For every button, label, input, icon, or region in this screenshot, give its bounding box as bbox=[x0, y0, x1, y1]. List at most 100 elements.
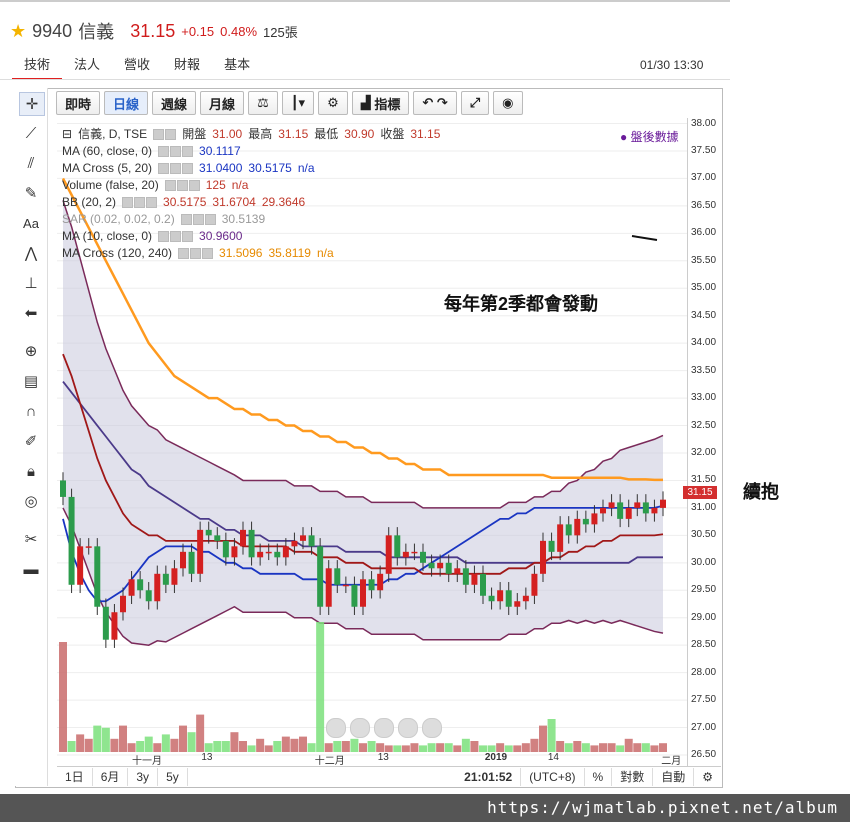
candle-body bbox=[454, 568, 461, 574]
indicators-button[interactable]: ▟ 指標 bbox=[351, 91, 410, 115]
tab-institutional[interactable]: 法人 bbox=[62, 56, 112, 78]
scroll-right-icon[interactable] bbox=[422, 718, 442, 738]
candle-body bbox=[651, 507, 658, 514]
price-tick: 32.00 bbox=[691, 446, 717, 458]
legend-row: SAR (0.02, 0.02, 0.2) 30.5139 bbox=[62, 211, 440, 228]
legend-row-buttons[interactable] bbox=[122, 197, 158, 208]
compare-scale-icon[interactable]: ⚖ bbox=[248, 91, 278, 115]
volume-bar bbox=[341, 741, 350, 752]
candle-body bbox=[360, 579, 366, 607]
zoom-in-small-icon[interactable] bbox=[398, 718, 418, 738]
arrow-left-icon[interactable]: ⬅ bbox=[19, 302, 43, 324]
candle-body bbox=[437, 562, 444, 569]
magnet-icon[interactable]: ∩ bbox=[19, 400, 43, 422]
range-5y[interactable]: 5y bbox=[158, 768, 188, 786]
crosshair-icon[interactable]: ✛ bbox=[19, 92, 45, 116]
range-1d[interactable]: 1日 bbox=[57, 768, 93, 786]
legend-row-buttons[interactable] bbox=[158, 146, 194, 157]
candle-body bbox=[205, 529, 212, 536]
camera-icon[interactable]: ◉ bbox=[493, 91, 523, 115]
legend-row-buttons[interactable] bbox=[164, 180, 200, 191]
candle-body bbox=[282, 546, 289, 558]
volume-bar bbox=[624, 738, 633, 752]
legend-row-buttons[interactable] bbox=[158, 163, 194, 174]
zoom-in-icon[interactable]: ⊕ bbox=[19, 340, 43, 362]
weekly-button[interactable]: 週線 bbox=[152, 91, 197, 115]
candle-body bbox=[265, 551, 272, 554]
price-tick: 33.00 bbox=[691, 392, 717, 404]
eye-hidden-icon[interactable]: ◎ bbox=[19, 490, 43, 512]
candle-body bbox=[342, 584, 349, 587]
price-tick: 27.50 bbox=[691, 694, 717, 706]
volume-bar bbox=[427, 743, 436, 752]
measure-icon[interactable]: ⊥ bbox=[19, 272, 43, 294]
volume-bar bbox=[393, 745, 402, 752]
pencil-lock-icon[interactable]: ✐ bbox=[19, 430, 43, 452]
legend-row-buttons[interactable] bbox=[158, 231, 194, 242]
timezone[interactable]: (UTC+8) bbox=[521, 768, 585, 786]
reset-icon[interactable] bbox=[374, 718, 394, 738]
brush-icon[interactable]: ✎ bbox=[19, 182, 43, 204]
trendline-icon[interactable]: ⟋ bbox=[19, 122, 43, 144]
volume-bar bbox=[419, 745, 427, 752]
volume-bar bbox=[196, 714, 205, 752]
candle-body bbox=[385, 535, 392, 574]
clock: 21:01:52 bbox=[456, 768, 522, 786]
zoom-out-icon[interactable] bbox=[350, 718, 370, 738]
realtime-button[interactable]: 即時 bbox=[56, 91, 101, 115]
tab-basic[interactable]: 基本 bbox=[212, 56, 262, 78]
price-tick: 37.50 bbox=[691, 144, 717, 156]
text-tool-icon[interactable]: Aa bbox=[19, 212, 43, 234]
indicators-label: 指標 bbox=[374, 96, 401, 112]
daily-button[interactable]: 日線 bbox=[104, 91, 149, 115]
star-icon[interactable]: ★ bbox=[10, 21, 26, 42]
log-toggle[interactable]: 對數 bbox=[612, 768, 654, 786]
legend-row: MA (10, close, 0) 30.9600 bbox=[62, 228, 440, 245]
candle-body bbox=[420, 551, 426, 563]
chart-toolbar: 即時 日線 週線 月線 ⚖ ┃▾ ⚙ ▟ 指標 ↶ ↷ ⤢ ◉ bbox=[56, 90, 523, 116]
fib-icon[interactable]: ⫽ bbox=[19, 152, 43, 174]
volume-bar bbox=[204, 743, 213, 752]
volume-bar bbox=[376, 743, 385, 752]
legend-main-row: ⊟ 信義, D, TSE 開盤 31.00 最高 31.15 最低 30.90 … bbox=[62, 126, 440, 143]
range-3y[interactable]: 3y bbox=[128, 768, 159, 786]
lock-icon[interactable]: 🔒︎ bbox=[19, 460, 43, 482]
price-tick: 36.50 bbox=[691, 199, 717, 211]
candle-body bbox=[145, 590, 152, 602]
settings-icon[interactable]: ⚙ bbox=[694, 768, 721, 786]
pattern-icon[interactable]: ⋀ bbox=[19, 242, 43, 264]
tab-financials[interactable]: 財報 bbox=[162, 56, 212, 78]
chart-navigation bbox=[326, 718, 442, 738]
undo-redo-icon[interactable]: ↶ ↷ bbox=[413, 91, 457, 115]
tools-icon[interactable]: ✂ bbox=[19, 528, 43, 550]
price-axis[interactable]: 38.00 37.50 37.00 36.50 36.00 35.50 35.00 34.50… bbox=[687, 118, 722, 766]
volume-bar bbox=[547, 719, 556, 752]
legend-buttons[interactable] bbox=[153, 129, 177, 140]
open-label: 開盤 bbox=[182, 127, 207, 141]
scroll-left-icon[interactable] bbox=[326, 718, 346, 738]
volume-bar bbox=[530, 738, 539, 752]
candle-body bbox=[137, 579, 144, 591]
after-hours-link[interactable]: ● 盤後數據 bbox=[620, 128, 679, 145]
ruler-icon[interactable]: ▤ bbox=[19, 370, 43, 392]
range-6m[interactable]: 6月 bbox=[93, 768, 129, 786]
nav-divider bbox=[0, 79, 730, 80]
volume-bar bbox=[307, 743, 316, 752]
percent-toggle[interactable]: % bbox=[585, 768, 613, 786]
tab-technical[interactable]: 技術 bbox=[12, 56, 63, 80]
legend-row-buttons[interactable] bbox=[180, 214, 216, 225]
monthly-button[interactable]: 月線 bbox=[200, 91, 245, 115]
settings-gear-icon[interactable]: ⚙ bbox=[318, 91, 348, 115]
volume-bar bbox=[599, 743, 607, 752]
trash-icon[interactable]: ▬ bbox=[19, 558, 43, 580]
volume-bar bbox=[556, 741, 565, 752]
collapse-icon[interactable]: ⊟ bbox=[62, 126, 72, 143]
volume-bar bbox=[461, 738, 470, 752]
candle-type-icon[interactable]: ┃▾ bbox=[281, 91, 315, 115]
date-axis[interactable]: 十一月 13 十二月 13 2019 14 二月 bbox=[57, 752, 687, 767]
auto-toggle[interactable]: 自動 bbox=[653, 768, 695, 786]
tab-revenue[interactable]: 營收 bbox=[112, 56, 162, 78]
candle-body bbox=[582, 518, 589, 525]
fullscreen-icon[interactable]: ⤢ bbox=[460, 91, 490, 115]
legend-row-buttons[interactable] bbox=[178, 248, 214, 259]
